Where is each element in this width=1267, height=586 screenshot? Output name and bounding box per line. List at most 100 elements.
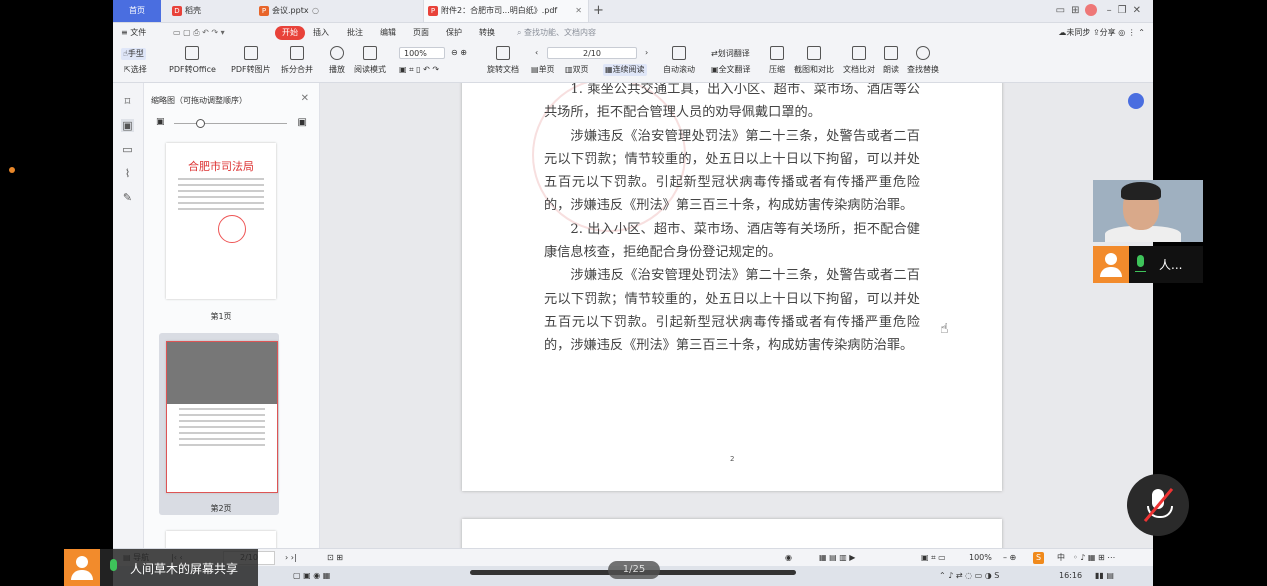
- hand-tool[interactable]: ☝手型: [121, 48, 146, 60]
- page-layout-icons[interactable]: ▦ ▤ ▥ ▶: [819, 552, 855, 564]
- participant-video[interactable]: [1093, 180, 1203, 242]
- page-input[interactable]: 2/10: [547, 47, 637, 59]
- sogou-icon[interactable]: S: [1033, 552, 1045, 564]
- taskbar-app-icons[interactable]: ▢ ▣ ◉ ▦: [293, 569, 330, 583]
- bookmark-icon[interactable]: ⌑: [121, 95, 134, 108]
- layout-icon[interactable]: ▭: [1056, 5, 1071, 16]
- tab-pdf[interactable]: P 附件2：合肥市司...明白纸》.pdf ✕: [423, 0, 589, 22]
- zoom-icons[interactable]: ⊖ ⊕: [451, 47, 467, 59]
- continuous-icon: ▦: [605, 65, 613, 74]
- scroll-icon: [672, 46, 686, 60]
- grid-icon[interactable]: ⊞: [1071, 5, 1085, 16]
- status-zoom[interactable]: 100%: [969, 552, 992, 564]
- book-icon: [363, 46, 377, 60]
- page-thumbnail-2[interactable]: [166, 341, 278, 493]
- menu-bar: ≡ 文件 ▭ ▢ ⎙ ↶ ↷ ▾ 开始 插入 批注 编辑 页面 保护 转换 ⌕ …: [113, 23, 1153, 43]
- thumbnail-icon[interactable]: ▣: [121, 119, 134, 132]
- play-button[interactable]: 播放: [329, 46, 345, 75]
- notification-icons[interactable]: ▮▮ ▤: [1095, 569, 1114, 583]
- share-button[interactable]: 分享: [1100, 28, 1116, 37]
- assistant-icon[interactable]: [1128, 93, 1144, 109]
- fit-width-icons[interactable]: ▣ ⌗ ▭: [921, 552, 946, 564]
- screenshot-compare-button[interactable]: 截图和对比: [794, 46, 834, 75]
- text-compare-button[interactable]: 文档比对: [843, 46, 875, 75]
- quick-access-icons[interactable]: ▭ ▢ ⎙ ↶ ↷ ▾: [173, 26, 225, 40]
- zoom-select[interactable]: 100%: [399, 47, 445, 59]
- meeting-pager[interactable]: 1/25: [608, 561, 660, 579]
- new-tab-button[interactable]: +: [593, 0, 604, 22]
- auto-scroll-button[interactable]: 自动滚动: [663, 46, 695, 75]
- text-compare-label: 文档比对: [843, 65, 875, 74]
- tab-home[interactable]: 首页: [113, 0, 161, 22]
- close-icon[interactable]: ✕: [301, 93, 309, 104]
- select-label: 选择: [130, 65, 147, 74]
- double-page-button[interactable]: ▥双页: [565, 64, 589, 76]
- find-replace-button[interactable]: 查找替换: [907, 46, 939, 75]
- search-input[interactable]: ⌕ 查找功能、文档内容: [517, 26, 596, 40]
- minimize-icon[interactable]: –: [1107, 5, 1118, 16]
- participant-tile[interactable]: 人...: [1093, 246, 1203, 283]
- menu-convert[interactable]: 转换: [479, 26, 495, 40]
- prev-page-icon[interactable]: ‹: [535, 47, 538, 59]
- clock: 16:16: [1059, 571, 1083, 580]
- word-translate-button[interactable]: ⇄划词翻译: [711, 48, 750, 60]
- fit-icons[interactable]: ▣ ⌗ ▯ ↶ ↷: [399, 64, 439, 76]
- menu-annotate[interactable]: 批注: [347, 26, 363, 40]
- more-icons[interactable]: ◎ ⋮ ⌃: [1118, 28, 1145, 37]
- pdf-to-image-button[interactable]: PDF转图片: [231, 46, 271, 75]
- menu-page[interactable]: 页面: [413, 26, 429, 40]
- pdf-to-image-label: PDF转图片: [231, 65, 271, 74]
- close-window-icon[interactable]: ✕: [1133, 5, 1147, 16]
- double-label: 双页: [572, 65, 589, 74]
- next-last-icons[interactable]: › ›|: [285, 552, 297, 564]
- slider-knob[interactable]: [196, 119, 205, 128]
- full-translate-button[interactable]: ▣全文翻译: [711, 64, 751, 76]
- compress-button[interactable]: 压缩: [769, 46, 785, 75]
- single-label: 单页: [538, 65, 555, 74]
- rotate-button[interactable]: 旋转文档: [487, 46, 519, 75]
- single-page-button[interactable]: ▤单页: [531, 64, 555, 76]
- restore-icon[interactable]: ❐: [1118, 5, 1133, 16]
- avatar[interactable]: [1085, 4, 1098, 16]
- zoom-slider[interactable]: – ⊕: [1003, 552, 1016, 564]
- tray-icons[interactable]: ⌃ ♪ ⇄ ◌ ▭ ◑ S: [939, 569, 999, 583]
- eye-icon[interactable]: ◉: [785, 552, 792, 564]
- ime-mode[interactable]: 中: [1057, 552, 1065, 564]
- page-thumbnail-1[interactable]: 合肥市司法局: [166, 143, 276, 299]
- thumb-label-1: 第1页: [210, 312, 232, 321]
- find-icon: [916, 46, 930, 60]
- read-mode-button[interactable]: 阅读模式: [354, 46, 386, 75]
- rotate-icon: [496, 46, 510, 60]
- tab-pptx[interactable]: P 会议.pptx ○: [255, 0, 409, 22]
- menu-protect[interactable]: 保护: [446, 26, 462, 40]
- pdf-to-office-button[interactable]: PDF转Office: [169, 46, 216, 75]
- menu-edit[interactable]: 编辑: [380, 26, 396, 40]
- document-area[interactable]: 1. 乘坐公共交通工具，出入小区、超市、菜市场、酒店等公共场所，拒不配合管理人员…: [320, 83, 1153, 548]
- tab-docer[interactable]: D 稻壳: [168, 0, 252, 22]
- close-icon[interactable]: ✕: [575, 0, 582, 22]
- ime-tools[interactable]: ◦ ♪ ▦ ⊞ ⋯: [1073, 552, 1115, 564]
- single-page-icon: ▤: [531, 65, 539, 74]
- menu-insert[interactable]: 插入: [313, 26, 329, 40]
- menu-file[interactable]: ≡ 文件: [121, 26, 146, 40]
- attachment-icon[interactable]: ⌇: [121, 167, 134, 180]
- mic-icon: [110, 559, 117, 571]
- read-aloud-button[interactable]: 朗读: [883, 46, 899, 75]
- select-tool[interactable]: ⇱选择: [124, 64, 147, 76]
- split-merge-button[interactable]: 拆分合并: [281, 46, 313, 75]
- thumb-size-slider[interactable]: ▣ ▣: [154, 117, 309, 129]
- mute-button[interactable]: [1127, 474, 1189, 536]
- compress-icon: [770, 46, 784, 60]
- view-icons[interactable]: ⊡ ⊞: [327, 552, 343, 564]
- slider-track: [174, 123, 287, 124]
- next-page-icon[interactable]: ›: [645, 47, 648, 59]
- sync-status[interactable]: 未同步: [1066, 28, 1090, 37]
- thumb-lines: [166, 178, 276, 210]
- tab-pptx-label: 会议.pptx: [272, 6, 309, 15]
- translate-icon: ⇄: [711, 49, 718, 58]
- rotate-label: 旋转文档: [487, 65, 519, 74]
- comment-icon[interactable]: ▭: [121, 143, 134, 156]
- menu-start[interactable]: 开始: [275, 26, 305, 40]
- continuous-button[interactable]: ▦连续阅读: [603, 64, 647, 76]
- sign-icon[interactable]: ✎: [121, 191, 134, 204]
